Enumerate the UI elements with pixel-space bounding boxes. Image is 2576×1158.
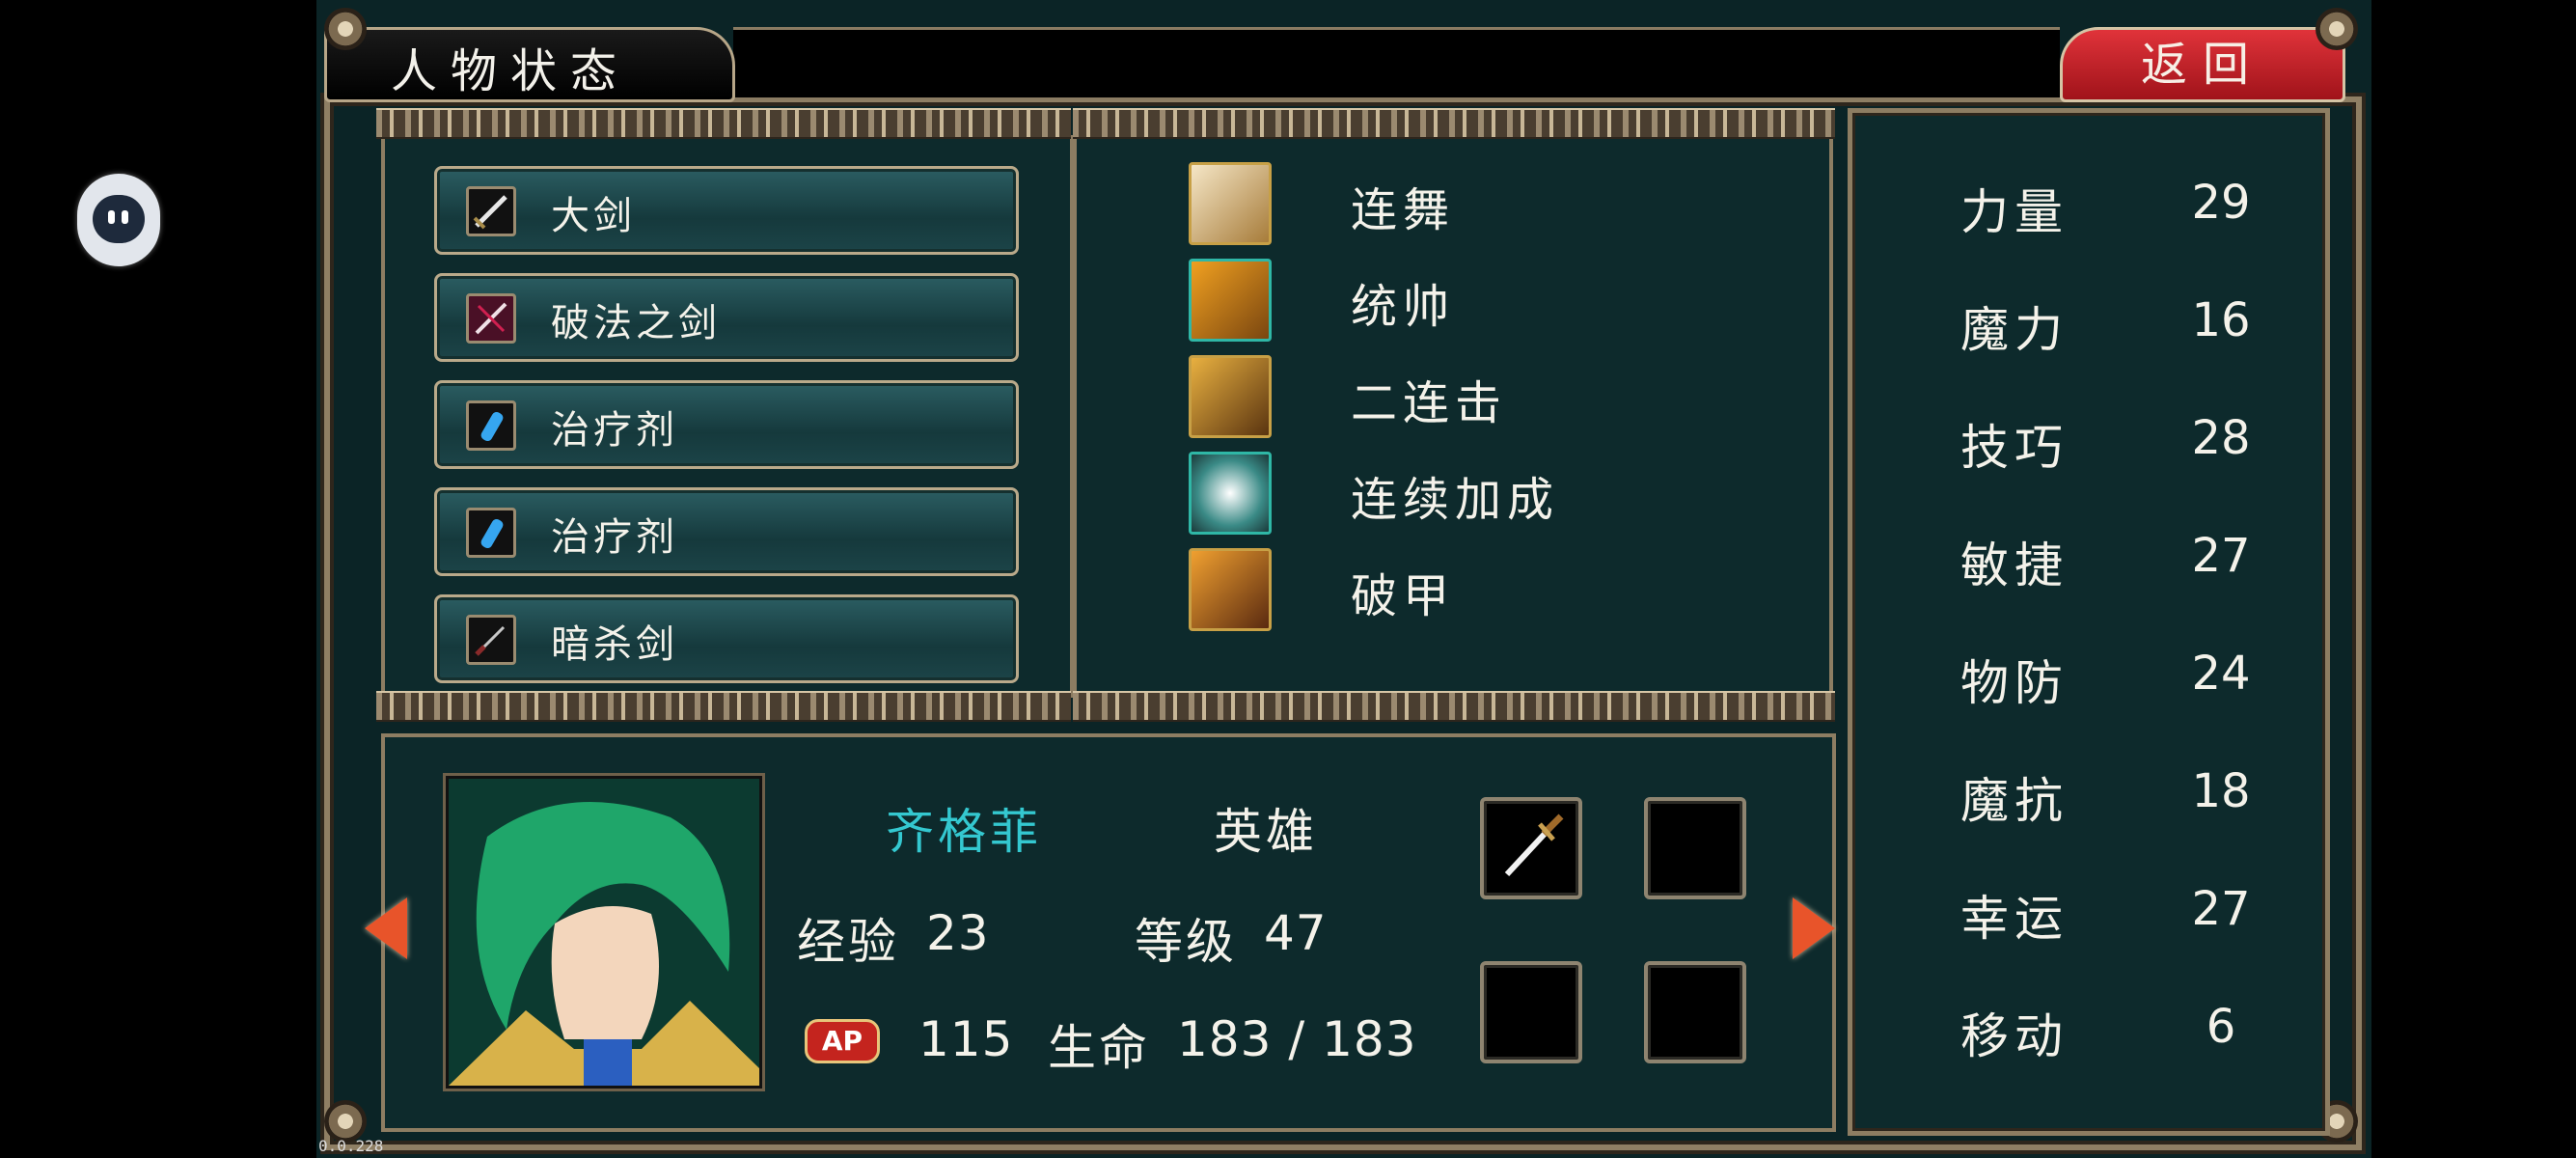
item-label: 破法之剑	[551, 301, 721, 345]
item-label: 治疗剂	[551, 515, 678, 560]
stat-value: 16	[2191, 293, 2251, 347]
page-title: 人物状态	[391, 44, 631, 98]
skill-label: 破甲	[1351, 569, 1456, 623]
item-label: 暗杀剑	[551, 622, 678, 667]
item-label: 大剑	[551, 194, 636, 238]
sword-icon	[1504, 813, 1564, 877]
stat-value: 29	[2191, 176, 2251, 230]
commander-icon	[1189, 259, 1272, 342]
ornament-bar	[1073, 691, 1835, 722]
dance-combo-icon	[1189, 162, 1272, 245]
stat-name: 幸运	[1960, 891, 2069, 947]
exp-value: 23	[926, 905, 990, 961]
skill-label: 统帅	[1351, 280, 1456, 334]
stat-value: 27	[2191, 529, 2251, 583]
item-slot-2[interactable]: 破法之剑	[434, 273, 1019, 362]
stat-value: 27	[2191, 882, 2251, 936]
prev-character-arrow[interactable]	[365, 897, 407, 959]
stat-value: 24	[2191, 647, 2251, 701]
skill-entry[interactable]	[1189, 548, 1378, 635]
stat-name: 移动	[1960, 1008, 2069, 1064]
item-slot-3[interactable]: 治疗剂	[434, 380, 1019, 469]
stat-name: 力量	[1960, 184, 2069, 240]
stat-name: 技巧	[1960, 420, 2069, 476]
ap-value: 115	[918, 1011, 1014, 1067]
skill-label: 二连击	[1351, 376, 1508, 430]
equipment-slot-1[interactable]	[1480, 797, 1582, 899]
double-strike-icon	[1189, 355, 1272, 438]
stat-value: 28	[2191, 411, 2251, 465]
stat-value: 18	[2191, 764, 2251, 818]
combo-bonus-icon	[1189, 452, 1272, 535]
ap-badge: AP	[805, 1019, 880, 1063]
hp-value: 183 / 183	[1177, 1011, 1417, 1067]
stat-name: 魔抗	[1960, 773, 2069, 829]
item-slot-5[interactable]: 暗杀剑	[434, 594, 1019, 683]
back-button[interactable]: 返回	[2060, 27, 2345, 102]
potion-icon	[466, 508, 516, 558]
stat-name: 敏捷	[1960, 538, 2069, 593]
character-name: 齐格菲	[886, 804, 1042, 860]
equipment-slot-2[interactable]	[1644, 797, 1746, 899]
header-bar	[733, 27, 2060, 100]
corner-ornament	[2316, 8, 2358, 50]
stat-value: 6	[2206, 1000, 2236, 1054]
hp-label: 生命	[1048, 1020, 1150, 1076]
item-label: 治疗剂	[551, 408, 678, 453]
next-character-arrow[interactable]	[1793, 897, 1835, 959]
item-slot-1[interactable]: 大剑	[434, 166, 1019, 255]
ornament-bar	[376, 691, 1071, 722]
skill-label: 连舞	[1351, 183, 1456, 237]
character-class: 英雄	[1214, 804, 1318, 860]
ap-badge-label: AP	[821, 1025, 863, 1057]
stat-name: 物防	[1960, 655, 2069, 711]
robot-face-icon	[93, 195, 145, 243]
skill-entry[interactable]	[1189, 355, 1378, 442]
stat-name: 魔力	[1960, 302, 2069, 358]
character-portrait	[446, 776, 762, 1089]
stats-panel	[1848, 108, 2330, 1136]
skill-entry[interactable]	[1189, 259, 1378, 345]
assassin-sword-icon	[466, 615, 516, 665]
skill-entry[interactable]	[1189, 452, 1378, 538]
skill-label: 连续加成	[1351, 473, 1560, 527]
skill-entry[interactable]	[1189, 162, 1378, 249]
spellbreaker-sword-icon	[466, 293, 516, 344]
ornament-bar	[376, 108, 1071, 139]
level-label: 等级	[1135, 914, 1237, 970]
potion-icon	[466, 400, 516, 451]
corner-ornament	[324, 8, 367, 50]
item-slot-4[interactable]: 治疗剂	[434, 487, 1019, 576]
armor-break-icon	[1189, 548, 1272, 631]
floating-assist-button[interactable]	[77, 174, 160, 266]
equipment-slot-4[interactable]	[1644, 961, 1746, 1063]
exp-label: 经验	[797, 914, 899, 970]
greatsword-icon	[466, 186, 516, 236]
equipment-slot-3[interactable]	[1480, 961, 1582, 1063]
ornament-bar	[1073, 108, 1835, 139]
version-text: 0.0.228	[318, 1137, 384, 1155]
level-value: 47	[1264, 905, 1328, 961]
back-button-label: 返回	[2140, 38, 2264, 92]
